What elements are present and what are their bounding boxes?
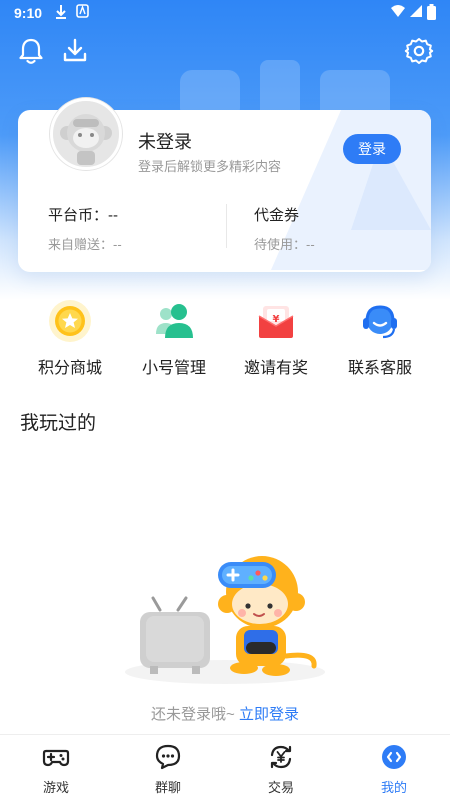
battery-icon [427, 4, 436, 20]
login-button[interactable]: 登录 [343, 134, 401, 164]
feature-account-manage[interactable]: 小号管理 [124, 294, 224, 384]
feature-label: 联系客服 [347, 360, 412, 377]
status-time: 9:10 [14, 5, 43, 21]
platform-coin-sub: 来自赠送：-- [48, 237, 122, 252]
headset-icon [363, 305, 397, 339]
tab-games[interactable]: 游戏 [0, 735, 112, 800]
played-section-title: 我玩过的 [20, 413, 97, 434]
monkey-tv-illustration [125, 556, 325, 684]
feature-label: 邀请有奖 [243, 360, 308, 377]
gear-icon[interactable] [404, 36, 434, 66]
not-logged-in-text: 还未登录哦~ [151, 706, 235, 723]
tab-group-chat[interactable]: 群聊 [112, 735, 224, 800]
user-name: 未登录 [138, 132, 192, 152]
stat-divider [226, 204, 227, 248]
wifi-icon [391, 5, 405, 17]
monkey-avatar-icon [53, 101, 119, 167]
profile-icon [382, 745, 406, 769]
login-now-link[interactable]: 立即登录 [239, 706, 299, 723]
download-icon[interactable] [60, 36, 90, 66]
feature-invite-reward[interactable]: ¥ 邀请有奖 [226, 294, 326, 384]
voucher-sub: 待使用：-- [254, 237, 315, 252]
tab-label: 游戏 [42, 780, 69, 795]
feature-points-mall[interactable]: 积分商城 [20, 294, 120, 384]
status-bar: 9:10 [0, 0, 450, 26]
empty-state-text: 还未登录哦~ 立即登录 [0, 703, 450, 724]
tab-label: 群聊 [154, 780, 181, 795]
tab-mine[interactable]: 我的 [338, 735, 450, 800]
app-status-icon [76, 4, 89, 18]
yen-exchange-icon [270, 745, 292, 769]
star-coin-icon [49, 300, 91, 342]
tab-label: 我的 [380, 780, 407, 795]
tab-label: 交易 [267, 780, 294, 795]
voucher-label[interactable]: 代金券 [254, 204, 299, 225]
bell-icon[interactable] [16, 36, 46, 66]
feature-label: 积分商城 [37, 360, 102, 377]
gamepad-icon [42, 749, 70, 767]
download-status-icon [56, 5, 66, 19]
users-icon [156, 304, 193, 338]
tab-trade[interactable]: 交易 [225, 735, 337, 800]
feature-customer-service[interactable]: 联系客服 [330, 294, 430, 384]
feature-label: 小号管理 [141, 360, 206, 377]
platform-coin-label[interactable]: 平台币：-- [48, 204, 118, 225]
svg-text:¥: ¥ [273, 314, 280, 325]
chat-icon [155, 744, 181, 770]
bottom-tab-bar: 游戏 群聊 交易 我的 [0, 734, 450, 800]
user-subtitle: 登录后解锁更多精彩内容 [138, 159, 282, 174]
avatar[interactable] [50, 98, 122, 170]
signal-icon [410, 5, 422, 17]
red-envelope-icon: ¥ [258, 306, 294, 338]
